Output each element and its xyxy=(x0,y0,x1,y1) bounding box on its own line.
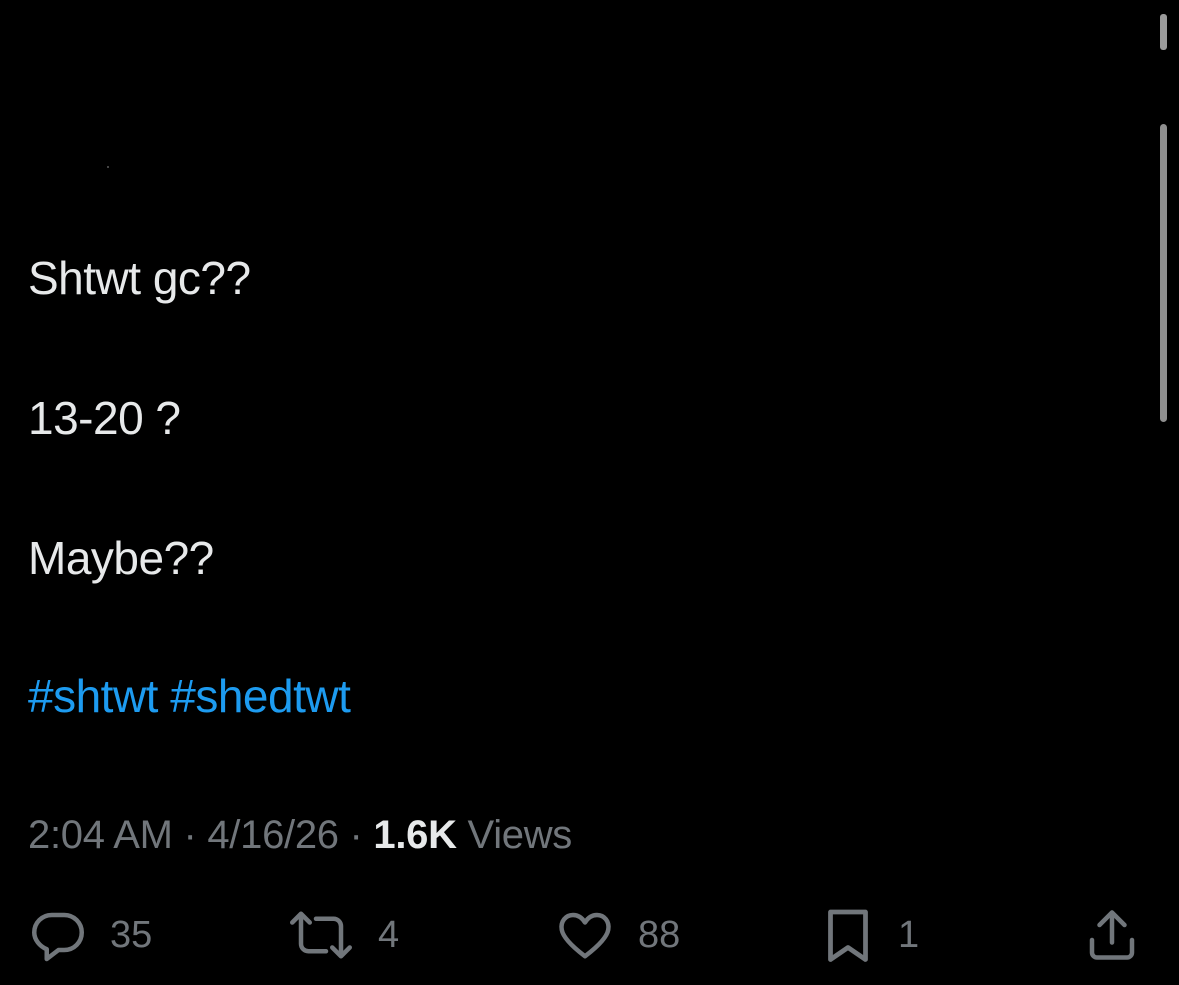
heart-icon xyxy=(554,905,616,965)
tweet-text-line-2: 13-20 ? xyxy=(28,392,181,444)
scrollbar-thumb[interactable] xyxy=(1160,124,1167,422)
tweet-date[interactable]: 4/16/26 xyxy=(207,813,339,857)
hashtag-shedtwt[interactable]: #shedtwt xyxy=(170,670,351,722)
tweet-action-bar: 35 4 88 1 xyxy=(0,900,1179,970)
bookmark-button[interactable]: 1 xyxy=(820,900,919,970)
tweet-text-line-3: Maybe?? xyxy=(28,532,214,584)
hashtag-row: #shtwt #shedtwt xyxy=(28,668,351,724)
like-count: 88 xyxy=(638,913,681,956)
reply-button[interactable]: 35 xyxy=(28,900,152,970)
tweet-metadata: 2:04 AM · 4/16/26 · 1.6K Views xyxy=(28,810,572,860)
reply-count: 35 xyxy=(110,913,153,956)
bookmark-icon xyxy=(820,905,876,965)
meta-separator: · xyxy=(349,813,363,857)
meta-separator: · xyxy=(183,813,197,857)
scrollbar-top-indicator xyxy=(1160,14,1167,50)
share-icon xyxy=(1082,905,1142,965)
retweet-count: 4 xyxy=(378,913,400,956)
views-count: 1.6K xyxy=(373,813,457,857)
retweet-icon xyxy=(286,905,356,965)
hashtag-shtwt[interactable]: #shtwt xyxy=(28,670,158,722)
tweet-time[interactable]: 2:04 AM xyxy=(28,813,173,857)
tweet-text-line-1: Shtwt gc?? xyxy=(28,252,251,304)
retweet-button[interactable]: 4 xyxy=(286,900,399,970)
bookmark-count: 1 xyxy=(898,913,920,956)
reply-bubble-icon xyxy=(28,905,88,965)
share-button[interactable] xyxy=(1082,900,1142,970)
views-label: Views xyxy=(467,813,573,857)
decorative-dot xyxy=(107,166,109,168)
like-button[interactable]: 88 xyxy=(554,900,680,970)
